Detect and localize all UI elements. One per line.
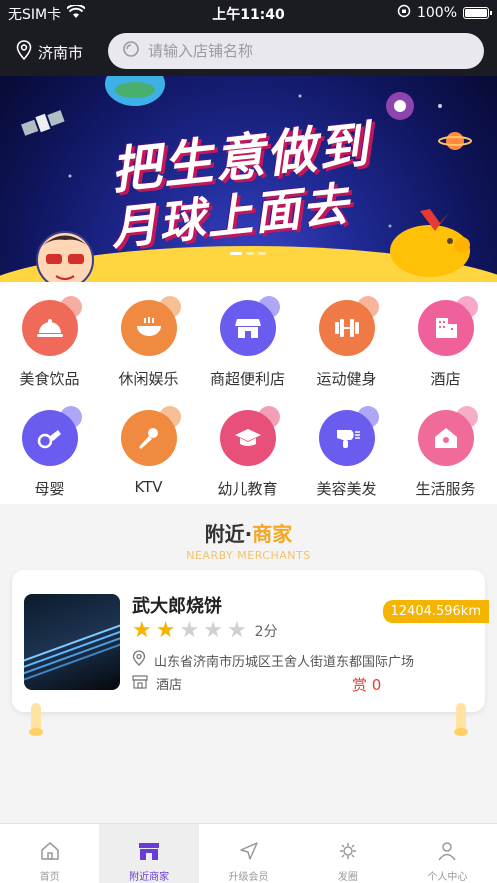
category-fitness[interactable]: 运动健身 (297, 296, 396, 389)
rating-score: 2分 (254, 624, 278, 640)
section-subtitle: NEARBY MERCHANTS (186, 549, 311, 562)
category-label: 美食饮品 (19, 370, 80, 388)
category-label: 生活服务 (415, 480, 476, 498)
piggy-bank-illustration (390, 209, 470, 277)
category-maternity[interactable]: 母婴 (0, 406, 99, 499)
home-icon (40, 840, 60, 862)
astronaut-illustration (36, 231, 94, 282)
category-supermarket[interactable]: 商超便利店 (198, 296, 297, 389)
category-food[interactable]: 美食饮品 (0, 296, 99, 389)
bottom-tab-bar: 首页 附近商家 升级会员 发圈 个人中心 (0, 823, 497, 883)
card-hanger-left (29, 703, 43, 736)
tab-label: 个人中心 (427, 872, 468, 883)
category-label: 母婴 (34, 480, 65, 498)
distance-badge: 12404.596km (382, 600, 489, 623)
section-heading-accent: 商家 (252, 522, 293, 546)
star-filled-icon: ★ (155, 618, 176, 643)
cloche-icon (21, 296, 82, 356)
category-hotel[interactable]: 酒店 (396, 296, 495, 389)
category-label: 幼儿教育 (217, 480, 278, 498)
battery-percent: 100% (416, 5, 457, 21)
nearby-section-title: 附近·商家 NEARBY MERCHANTS (0, 518, 497, 562)
promo-banner[interactable]: 把生意做到 月球上面去 (0, 76, 497, 282)
category-label: KTV (134, 478, 163, 496)
rotation-lock-icon (397, 4, 411, 22)
category-grid: 美食饮品 休闲娱乐 商超便利店 运动健身 酒店 母婴 KTV 幼儿教育 美容美发… (0, 282, 497, 504)
merchant-type: 酒店 (132, 674, 182, 693)
category-beauty[interactable]: 美容美发 (297, 406, 396, 499)
tab-label: 首页 (39, 872, 60, 883)
hotel-icon (417, 296, 478, 356)
tab-home[interactable]: 首页 (0, 824, 99, 883)
card-hanger-right (454, 703, 468, 736)
carousel-indicator (230, 252, 266, 255)
tab-moments[interactable]: 发圈 (298, 824, 397, 883)
tab-nearby-merchants[interactable]: 附近商家 (99, 824, 199, 883)
graduation-cap-icon (219, 406, 280, 466)
merchant-reward: 赏 0 (352, 676, 382, 694)
battery-icon (463, 7, 492, 19)
share-icon (338, 840, 358, 862)
search-icon (122, 40, 140, 62)
tab-label: 升级会员 (228, 872, 269, 883)
tab-label: 附近商家 (129, 872, 170, 883)
carousel-dot (246, 252, 254, 255)
category-life-service[interactable]: 生活服务 (396, 406, 495, 499)
hair-dryer-icon (318, 406, 379, 466)
star-empty-icon: ★ (226, 618, 247, 643)
category-education[interactable]: 幼儿教育 (198, 406, 297, 499)
merchant-address: 山东省济南市历城区王舍人街道东都国际广场 (132, 650, 414, 670)
carousel-dot (258, 252, 266, 255)
battery-group: 100% (397, 4, 492, 22)
city-name: 济南市 (38, 43, 84, 62)
category-label: 美容美发 (316, 480, 377, 498)
merchant-name: 武大郎烧饼 (132, 596, 222, 617)
search-input[interactable] (148, 42, 448, 60)
location-pin-icon (16, 40, 32, 64)
pacifier-icon (21, 406, 82, 466)
store-icon (132, 674, 148, 693)
star-filled-icon: ★ (132, 618, 152, 643)
rating-stars: ★ ★ ★ ★ ★ 2分 (132, 620, 278, 642)
city-selector[interactable]: 济南市 (16, 40, 83, 64)
bowl-icon (120, 296, 181, 356)
category-ktv[interactable]: KTV (99, 406, 198, 496)
location-pin-icon (132, 650, 146, 670)
tab-profile[interactable]: 个人中心 (398, 824, 497, 883)
section-heading: 附近·商家 (0, 518, 497, 547)
send-icon (239, 840, 259, 862)
category-label: 休闲娱乐 (118, 370, 179, 388)
carousel-dot (230, 252, 242, 255)
microphone-icon (120, 406, 181, 466)
tab-label: 发圈 (337, 872, 358, 883)
merchant-thumbnail (24, 594, 120, 690)
user-icon (437, 840, 457, 862)
house-icon (417, 406, 478, 466)
star-empty-icon: ★ (179, 618, 200, 643)
section-heading-prefix: 附近· (204, 522, 253, 546)
merchant-address-text: 山东省济南市历城区王舍人街道东都国际广场 (154, 654, 415, 670)
top-header: 济南市 (0, 26, 497, 76)
category-label: 商超便利店 (209, 370, 285, 388)
category-label: 酒店 (430, 370, 461, 388)
shop-icon (138, 840, 160, 862)
merchant-card[interactable]: 武大郎烧饼 ★ ★ ★ ★ ★ 2分 山东省济南市历城区王舍人街道东都国际广场 … (12, 570, 489, 712)
tab-upgrade-member[interactable]: 升级会员 (199, 824, 298, 883)
search-bar[interactable] (108, 33, 484, 69)
category-leisure[interactable]: 休闲娱乐 (99, 296, 198, 389)
merchant-type-text: 酒店 (156, 678, 183, 693)
store-icon (219, 296, 280, 356)
star-empty-icon: ★ (203, 618, 223, 643)
status-bar: 无SIM卡 上午11:40 100% (0, 0, 497, 26)
category-label: 运动健身 (316, 370, 377, 388)
dumbbell-icon (318, 296, 379, 356)
